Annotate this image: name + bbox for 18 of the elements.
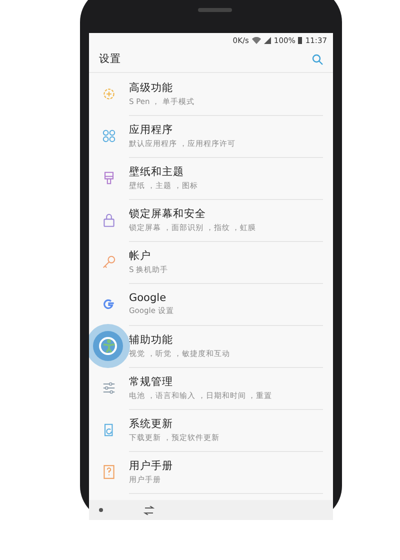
dot-icon[interactable]: [99, 508, 103, 512]
search-icon[interactable]: [312, 54, 323, 64]
setting-title[interactable]: 常规管理: [129, 374, 323, 388]
setting-title[interactable]: 帐户: [129, 248, 323, 262]
setting-title[interactable]: 壁纸和主题: [129, 164, 323, 178]
setting-title[interactable]: 高级功能: [129, 80, 323, 94]
setting-title[interactable]: 辅助功能: [129, 332, 323, 346]
setting-title[interactable]: 锁定屏幕和安全: [129, 206, 323, 220]
wifi-icon: [252, 37, 261, 44]
setting-title[interactable]: 系统更新: [129, 416, 323, 430]
earpiece-icon: [198, 8, 232, 12]
recent-apps-icon[interactable]: [143, 506, 155, 514]
setting-title[interactable]: 应用程序: [129, 122, 323, 136]
page-title: 设置: [99, 52, 121, 66]
setting-title[interactable]: Google: [129, 292, 323, 304]
battery-icon: [298, 37, 302, 44]
setting-title[interactable]: 用户手册: [129, 458, 323, 472]
signal-icon: [264, 37, 271, 44]
